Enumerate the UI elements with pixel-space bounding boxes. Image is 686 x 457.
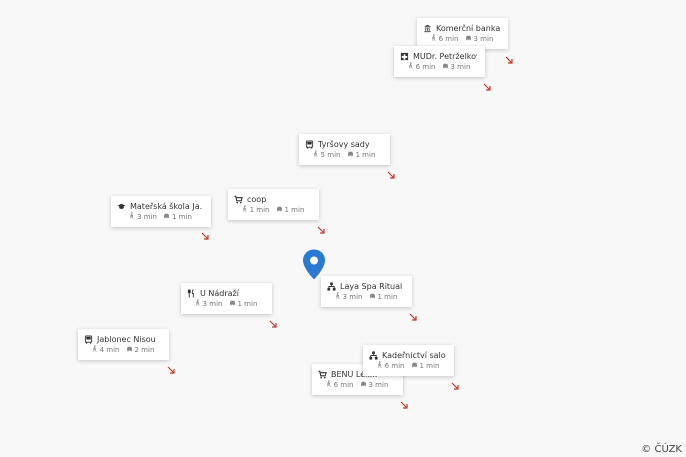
direction-arrow-icon — [409, 306, 417, 321]
car-icon — [369, 292, 376, 303]
poi-name: coop — [247, 194, 267, 204]
walk-icon — [407, 62, 414, 73]
walk-icon — [312, 150, 319, 161]
poi-card-materska-skola[interactable]: Mateřská škola Ja... 3 min 1 min — [111, 196, 211, 227]
walk-icon — [334, 292, 341, 303]
walk-icon — [241, 205, 248, 216]
walk-time: 3 min — [202, 300, 223, 308]
poi-card-komercni-banka[interactable]: Komerční banka 6 min 3 min — [417, 18, 508, 49]
direction-arrow-icon — [387, 164, 395, 179]
drive-time: 3 min — [368, 381, 389, 389]
poi-card-jablonec-nisou[interactable]: Jablonec Nisou 4 min 2 min — [78, 329, 169, 360]
poi-name: Komerční banka — [436, 23, 500, 33]
poi-card-u-nadrazi[interactable]: U Nádraží 3 min 1 min — [181, 283, 272, 314]
poi-card-tyrsovy-sady[interactable]: Tyršovy sady 5 min 1 min — [299, 134, 390, 165]
services-icon — [369, 350, 378, 360]
walk-time: 6 min — [415, 63, 436, 71]
walk-icon — [376, 361, 383, 372]
walk-time: 4 min — [99, 346, 120, 354]
car-icon — [276, 205, 283, 216]
poi-card-mudr-petrzelkova[interactable]: MUDr. Petrželkov... 6 min 3 min — [394, 46, 485, 77]
walk-time: 3 min — [137, 213, 157, 221]
walk-icon — [194, 299, 201, 310]
poi-card-kadernictvi-salon[interactable]: Kadeřnictví salon... 6 min 1 min — [363, 345, 454, 376]
shopping-cart-icon — [318, 370, 327, 379]
poi-name: Tyršovy sady — [318, 139, 370, 149]
poi-name: Laya Spa Ritual - J... — [340, 281, 404, 291]
drive-time: 3 min — [473, 35, 494, 43]
drive-time: 2 min — [134, 346, 155, 354]
poi-name: U Nádraží — [200, 288, 239, 298]
direction-arrow-icon — [400, 394, 408, 409]
walk-icon — [128, 212, 135, 223]
direction-arrow-icon — [483, 76, 491, 91]
drive-time: 1 min — [377, 293, 398, 301]
drive-time: 1 min — [355, 151, 376, 159]
walk-icon — [91, 345, 98, 356]
drive-time: 1 min — [237, 300, 258, 308]
graduation-cap-icon — [117, 202, 126, 211]
direction-arrow-icon — [317, 219, 325, 234]
poi-name: Jablonec Nisou — [97, 334, 156, 344]
bus-icon — [84, 334, 93, 344]
car-icon — [465, 34, 472, 45]
car-icon — [411, 361, 418, 372]
direction-arrow-icon — [451, 375, 459, 390]
poi-name: Mateřská škola Ja... — [130, 201, 203, 211]
poi-card-laya-spa[interactable]: Laya Spa Ritual - J... 3 min 1 min — [321, 276, 412, 307]
map-canvas[interactable]: Komerční banka 6 min 3 min MUDr. Petržel… — [0, 0, 686, 457]
services-icon — [327, 281, 336, 291]
poi-card-coop[interactable]: coop 1 min 1 min — [228, 189, 319, 220]
bus-icon — [305, 139, 314, 149]
shopping-cart-icon — [234, 195, 243, 204]
poi-name: Kadeřnictví salon... — [382, 350, 446, 360]
car-icon — [360, 380, 367, 391]
car-icon — [163, 212, 170, 223]
map-attribution: © ČÚZK — [641, 444, 682, 455]
walk-time: 6 min — [333, 381, 354, 389]
walk-time: 1 min — [249, 206, 270, 214]
drive-time: 3 min — [450, 63, 471, 71]
direction-arrow-icon — [505, 49, 513, 64]
walk-icon — [325, 380, 332, 391]
direction-arrow-icon — [167, 359, 175, 374]
medical-cross-icon — [400, 52, 409, 61]
walk-time: 6 min — [384, 362, 405, 370]
direction-arrow-icon — [269, 313, 277, 328]
car-icon — [126, 345, 133, 356]
drive-time: 1 min — [284, 206, 305, 214]
poi-name: MUDr. Petrželkov... — [413, 51, 477, 61]
walk-icon — [430, 34, 437, 45]
car-icon — [347, 150, 354, 161]
walk-time: 6 min — [438, 35, 459, 43]
location-pin-icon[interactable] — [302, 249, 326, 280]
walk-time: 5 min — [320, 151, 341, 159]
walk-time: 3 min — [342, 293, 363, 301]
drive-time: 1 min — [172, 213, 192, 221]
restaurant-icon — [187, 288, 196, 298]
car-icon — [229, 299, 236, 310]
bank-icon — [423, 24, 432, 33]
direction-arrow-icon — [201, 225, 209, 240]
drive-time: 1 min — [419, 362, 440, 370]
car-icon — [442, 62, 449, 73]
